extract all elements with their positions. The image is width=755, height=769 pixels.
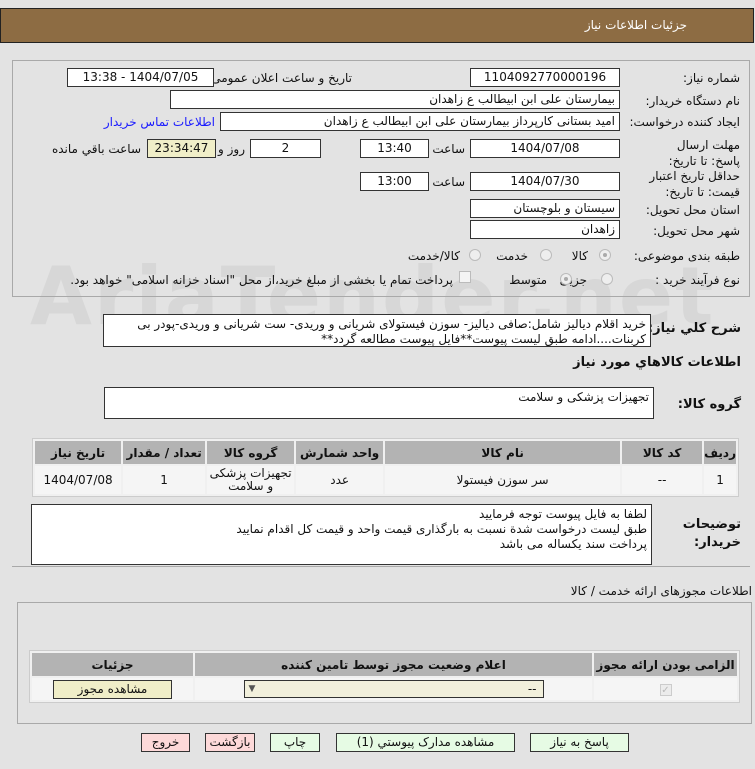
goods-table-wrap: ردیف کد کالا نام کالا واحد شمارش گروه کا… xyxy=(32,438,739,497)
deadline-time-field: 13:40 xyxy=(360,139,429,158)
col-unit: واحد شمارش xyxy=(296,441,384,464)
need-number-label: شماره نیاز: xyxy=(683,71,740,85)
description-label: شرح کلي نياز: xyxy=(647,321,741,336)
col-qty: تعداد / مقدار xyxy=(123,441,206,464)
table-row: ✓ -- ▼ مشاهده مجوز xyxy=(32,678,737,700)
remaining-label: ساعت باقي مانده xyxy=(51,142,141,156)
buyer-contact-link[interactable]: اطلاعات تماس خریدار xyxy=(104,115,215,129)
deadline-time-label: ساعت xyxy=(432,142,465,156)
city-field: زاهدان xyxy=(470,220,620,239)
days-label: روز و xyxy=(218,142,245,156)
category-option-goods: کالا xyxy=(571,249,588,263)
need-number-field: 1104092770000196 xyxy=(470,68,620,87)
licenses-title: اطلاعات مجوزهای ارائه خدمت / کالا xyxy=(570,584,752,598)
cell-qty: 1 xyxy=(123,466,206,494)
col-name: نام کالا xyxy=(385,441,621,464)
select-value: -- xyxy=(527,682,537,696)
deadline-label: مهلت ارسال پاسخ: تا تاریخ: xyxy=(668,138,740,168)
validity-time-label: ساعت xyxy=(432,175,465,189)
remaining-time-field: 23:34:47 xyxy=(147,139,216,158)
view-license-button[interactable]: مشاهده مجوز xyxy=(53,679,172,699)
process-label: نوع فرآیند خرید : xyxy=(655,273,740,287)
cell-unit: عدد xyxy=(296,466,384,494)
goods-group-label: گروه کالا: xyxy=(677,397,741,412)
goods-heading: اطلاعات کالاهاي مورد نياز xyxy=(573,355,741,370)
process-radio-medium[interactable] xyxy=(560,273,572,285)
buyer-org-field: بیمارستان علی ابن ابیطالب ع زاهدان xyxy=(170,90,620,109)
days-field: 2 xyxy=(250,139,321,158)
category-option-service: خدمت xyxy=(496,249,528,263)
col-row: ردیف xyxy=(704,441,736,464)
col-details: جزئیات xyxy=(32,653,193,676)
category-radio-both[interactable] xyxy=(469,249,481,261)
goods-group-textarea[interactable]: تجهیزات پزشکی و سلامت xyxy=(104,387,654,419)
cell-group: تجهیزات پزشکی و سلامت xyxy=(207,466,295,494)
divider xyxy=(12,566,750,567)
goods-table: ردیف کد کالا نام کالا واحد شمارش گروه کا… xyxy=(32,438,739,497)
cell-required: ✓ xyxy=(594,678,737,700)
licenses-header-row: الزامی بودن ارائه مجوز اعلام وضعیت مجوز … xyxy=(32,653,737,676)
cell-row: 1 xyxy=(704,466,736,494)
exit-button[interactable]: خروج xyxy=(141,733,190,752)
buyer-org-label: نام دستگاه خریدار: xyxy=(645,94,741,108)
payment-note: پرداخت تمام یا بخشی از مبلغ خرید،از محل … xyxy=(70,273,453,287)
validity-label: حداقل تاریخ اعتبار قیمت: تا تاریخ: xyxy=(649,169,740,199)
creator-field: امید بستانی کارپرداز بیمارستان علی ابن ا… xyxy=(220,112,620,131)
category-radio-service[interactable] xyxy=(540,249,552,261)
cell-details: مشاهده مجوز xyxy=(32,678,193,700)
cell-status: -- ▼ xyxy=(195,678,592,700)
table-header-row: ردیف کد کالا نام کالا واحد شمارش گروه کا… xyxy=(35,441,736,464)
col-required: الزامی بودن ارائه مجوز xyxy=(594,653,737,676)
col-status: اعلام وضعیت مجوز توسط تامین کننده xyxy=(195,653,592,676)
cell-name: سر سوزن فیستولا xyxy=(385,466,621,494)
buyer-notes-textarea[interactable]: لطفا به فایل پیوست توجه فرمایید طبق لیست… xyxy=(31,504,652,565)
col-group: گروه کالا xyxy=(207,441,295,464)
creator-label: ایجاد کننده درخواست: xyxy=(629,115,740,129)
buyer-note-line: طبق لیست درخواست شدة نسبت به بارگذاری قی… xyxy=(236,522,647,536)
category-radio-goods[interactable] xyxy=(599,249,611,261)
buyer-note-line: پرداخت سند یکساله می باشد xyxy=(499,537,647,551)
province-field: سیستان و بلوچستان xyxy=(470,199,620,218)
licenses-table: الزامی بودن ارائه مجوز اعلام وضعیت مجوز … xyxy=(29,650,740,703)
required-checkbox[interactable]: ✓ xyxy=(659,684,672,696)
cell-code: -- xyxy=(622,466,703,494)
treasury-checkbox[interactable] xyxy=(459,271,471,283)
attachments-button[interactable]: مشاهده مدارک پیوستي (1) xyxy=(336,733,515,752)
description-textarea[interactable]: خرید اقلام دیالیز شامل:صافی دیالیز- سوزن… xyxy=(103,314,651,347)
deadline-date-field: 1404/07/08 xyxy=(470,139,620,158)
validity-date-field: 1404/07/30 xyxy=(470,172,620,191)
announce-field: 1404/07/05 - 13:38 xyxy=(67,68,214,87)
table-row: 1 -- سر سوزن فیستولا عدد تجهیزات پزشکی و… xyxy=(35,466,736,494)
announce-label: تاریخ و ساعت اعلان عمومی: xyxy=(207,71,352,85)
province-label: استان محل تحویل: xyxy=(645,203,740,217)
licenses-table-wrap: الزامی بودن ارائه مجوز اعلام وضعیت مجوز … xyxy=(29,650,740,703)
validity-time-field: 13:00 xyxy=(360,172,429,191)
page-title: جزئیات اطلاعات نیاز xyxy=(584,18,687,32)
buyer-notes-label: توضیحات خریدار: xyxy=(682,517,741,550)
col-date: تاریخ نیاز xyxy=(35,441,122,464)
buyer-note-line: لطفا به فایل پیوست توجه فرمایید xyxy=(479,507,647,521)
chevron-down-icon: ▼ xyxy=(248,684,256,694)
process-option-medium: متوسط xyxy=(509,273,547,287)
process-radio-minor[interactable] xyxy=(601,273,613,285)
category-label: طبقه بندی موضوعی: xyxy=(633,249,740,263)
print-button[interactable]: چاپ xyxy=(270,733,320,752)
col-code: کد کالا xyxy=(622,441,703,464)
reply-button[interactable]: پاسخ به نیاز xyxy=(530,733,629,752)
back-button[interactable]: بازگشت xyxy=(205,733,255,752)
city-label: شهر محل تحویل: xyxy=(653,224,740,238)
license-status-select[interactable]: -- ▼ xyxy=(243,680,544,698)
cell-date: 1404/07/08 xyxy=(35,466,122,494)
page-header: جزئیات اطلاعات نیاز xyxy=(0,8,754,43)
category-option-both: کالا/خدمت xyxy=(407,249,460,263)
